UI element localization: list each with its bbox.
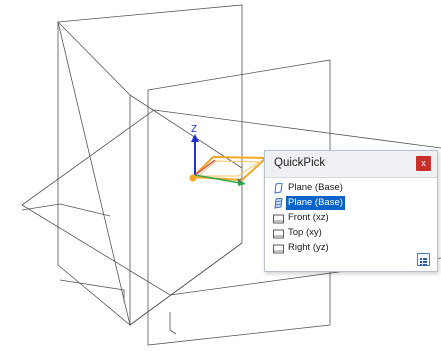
highlighted-base-plane[interactable] [189,155,269,182]
quickpick-item-label: Front (xz) [288,212,329,223]
reference-plane-icon [273,229,284,238]
reference-plane-icon [273,214,284,223]
z-axis-label: Z [191,124,197,135]
reference-plane-icon [273,244,284,253]
construction-lines [129,94,243,326]
quickpick-item[interactable]: Plane (Base) [271,181,431,195]
plane-filled-icon [274,197,283,209]
quickpick-item-label: Right (yz) [288,242,329,253]
quickpick-item-label: Plane (Base) [288,182,343,193]
quickpick-item[interactable]: Right (yz) [271,241,431,255]
front-plane[interactable] [57,4,243,326]
quickpick-item-label: Plane (Base) [286,196,345,210]
quickpick-title: QuickPick [274,157,326,169]
x-marker-icon: × [236,176,243,185]
list-options-icon [420,258,427,266]
close-button[interactable]: x [416,156,431,171]
quickpick-item-label: Top (xy) [288,227,322,238]
quickpick-item[interactable]: Front (xz) [271,211,431,225]
quickpick-header[interactable]: QuickPick x [265,151,437,178]
list-options-button[interactable] [417,253,430,266]
quickpick-list: Plane (Base) Plane (Base) Front (xz) Top… [271,181,431,256]
quickpick-panel[interactable]: QuickPick x Plane (Base) Plane (Base) Fr… [264,150,438,272]
quickpick-item[interactable]: Top (xy) [271,226,431,240]
quickpick-item-selected[interactable]: Plane (Base) [271,196,431,210]
plane-icon [274,182,283,194]
